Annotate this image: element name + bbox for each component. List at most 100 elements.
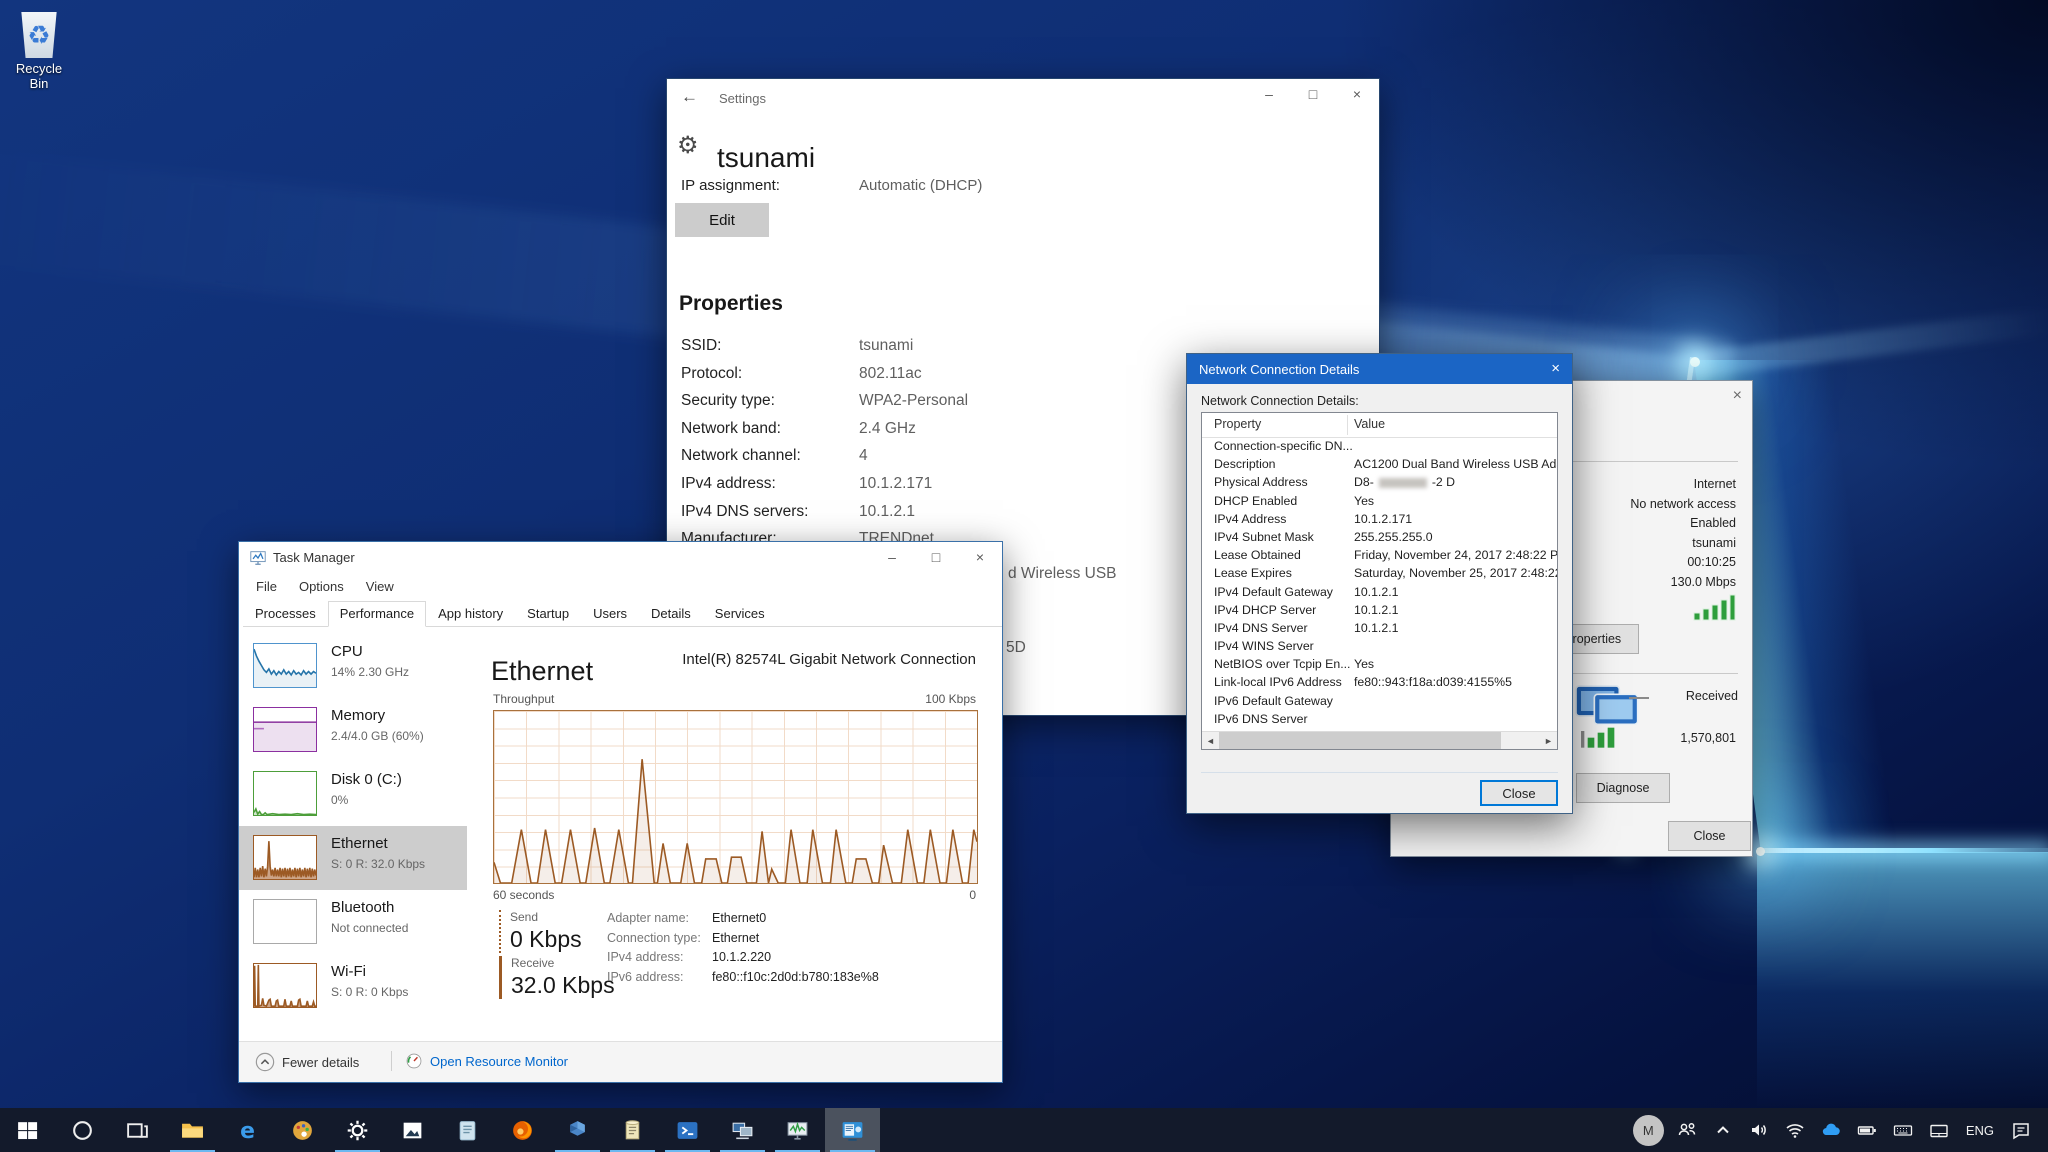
- column-value[interactable]: Value: [1354, 417, 1385, 431]
- open-resource-monitor-link[interactable]: Open Resource Monitor: [405, 1052, 568, 1070]
- sidebar-item-ethernet[interactable]: EthernetS: 0 R: 32.0 Kbps: [239, 826, 467, 890]
- taskbar-network-status-icon[interactable]: [825, 1108, 880, 1152]
- user-avatar[interactable]: M: [1633, 1115, 1664, 1146]
- ncd-value: 255.255.255.0: [1354, 530, 1433, 544]
- people-icon[interactable]: [1674, 1117, 1700, 1143]
- taskbar-task-view-icon[interactable]: [110, 1108, 165, 1152]
- taskbar-cube-app-icon[interactable]: [550, 1108, 605, 1152]
- ncd-table-row[interactable]: DescriptionAC1200 Dual Band Wireless USB…: [1202, 456, 1557, 474]
- tab-app-history[interactable]: App history: [426, 601, 515, 627]
- adapter-detail-label: IPv4 address:: [607, 950, 683, 964]
- touch-keyboard-icon[interactable]: [1890, 1117, 1916, 1143]
- maximize-button[interactable]: □: [914, 542, 958, 572]
- properties-list: SSID:tsunamiProtocol:802.11acSecurity ty…: [681, 337, 1241, 558]
- ip-assignment-row: IP assignment: Automatic (DHCP): [681, 177, 780, 194]
- ncd-table-row[interactable]: Connection-specific DN...: [1202, 438, 1557, 456]
- battery-icon[interactable]: [1854, 1117, 1880, 1143]
- maximize-button[interactable]: □: [1291, 79, 1335, 109]
- ncd-table-row[interactable]: NetBIOS over Tcpip En...Yes: [1202, 656, 1557, 674]
- menu-options[interactable]: Options: [288, 576, 355, 597]
- close-icon[interactable]: ×: [1551, 360, 1560, 377]
- ncd-table-row[interactable]: IPv4 DNS Server10.1.2.1: [1202, 620, 1557, 638]
- ncd-table-row[interactable]: Physical Address D8--2 D: [1202, 474, 1557, 492]
- tab-processes[interactable]: Processes: [243, 601, 328, 627]
- scroll-right-arrow[interactable]: ►: [1540, 732, 1557, 749]
- tab-services[interactable]: Services: [703, 601, 777, 627]
- taskbar-powershell-icon[interactable]: [660, 1108, 715, 1152]
- ncd-table-row[interactable]: Lease ObtainedFriday, November 24, 2017 …: [1202, 547, 1557, 565]
- menu-bar: File Options View: [245, 576, 405, 597]
- ncd-close-button[interactable]: Close: [1480, 780, 1558, 806]
- ncd-property: Physical Address: [1214, 475, 1308, 489]
- recycle-bin-shortcut[interactable]: ♻ Recycle Bin: [6, 12, 72, 91]
- open-resource-monitor-label: Open Resource Monitor: [430, 1054, 568, 1069]
- wifi-status-value: 00:10:25: [1630, 553, 1736, 573]
- tab-startup[interactable]: Startup: [515, 601, 581, 627]
- adapter-detail-value: Ethernet: [712, 931, 759, 945]
- close-icon[interactable]: ×: [1733, 387, 1742, 405]
- system-tray: M: [1633, 1108, 2048, 1152]
- ncd-table-row[interactable]: IPv4 WINS Server: [1202, 638, 1557, 656]
- ncd-table-row[interactable]: IPv4 Default Gateway10.1.2.1: [1202, 584, 1557, 602]
- ncd-table-row[interactable]: Lease ExpiresSaturday, November 25, 2017…: [1202, 565, 1557, 583]
- volume-icon[interactable]: [1746, 1117, 1772, 1143]
- ncd-table-row[interactable]: IPv6 Default Gateway: [1202, 693, 1557, 711]
- chevron-up-icon[interactable]: [1710, 1117, 1736, 1143]
- minimize-button[interactable]: –: [870, 542, 914, 572]
- horizontal-scrollbar[interactable]: ◄ ►: [1202, 731, 1557, 749]
- wallpaper-window-edge-bottom: [1757, 848, 2048, 853]
- sidebar-item-memory[interactable]: Memory2.4/4.0 GB (60%): [239, 698, 467, 762]
- ncd-table-row[interactable]: DHCP EnabledYes: [1202, 493, 1557, 511]
- desktop: ♻ Recycle Bin ← Settings – □ × ⚙ tsunami…: [0, 0, 2048, 1152]
- back-arrow-icon[interactable]: ←: [681, 87, 698, 107]
- onedrive-cloud-icon[interactable]: [1818, 1117, 1844, 1143]
- language-indicator[interactable]: ENG: [1962, 1123, 1998, 1138]
- column-property[interactable]: Property: [1214, 417, 1261, 431]
- taskbar-performance-monitor-icon[interactable]: [770, 1108, 825, 1152]
- ncd-value: D8--2 D: [1354, 475, 1455, 489]
- minimize-button[interactable]: –: [1247, 79, 1291, 109]
- taskbar-notepad-icon[interactable]: [440, 1108, 495, 1152]
- sidebar-item-bluetooth[interactable]: BluetoothNot connected: [239, 890, 467, 954]
- taskbar-remote-desktop-icon[interactable]: [715, 1108, 770, 1152]
- taskbar-file-explorer-icon[interactable]: [165, 1108, 220, 1152]
- tab-performance[interactable]: Performance: [328, 601, 426, 627]
- ncd-table-row[interactable]: IPv4 DHCP Server10.1.2.1: [1202, 602, 1557, 620]
- action-center-icon[interactable]: [2008, 1117, 2034, 1143]
- taskbar-start-icon[interactable]: [0, 1108, 55, 1152]
- menu-view[interactable]: View: [355, 576, 405, 597]
- taskbar-cortana-icon[interactable]: [55, 1108, 110, 1152]
- taskbar-edge-icon[interactable]: e: [220, 1108, 275, 1152]
- ncd-table-row[interactable]: IPv6 DNS Server: [1202, 711, 1557, 729]
- taskbar-script-icon[interactable]: [605, 1108, 660, 1152]
- diagnose-button[interactable]: Diagnose: [1576, 773, 1670, 803]
- edit-button[interactable]: Edit: [675, 203, 769, 237]
- scrollbar-thumb[interactable]: [1219, 732, 1501, 749]
- taskbar-settings-icon[interactable]: [330, 1108, 385, 1152]
- ncd-value: 10.1.2.1: [1354, 603, 1398, 617]
- taskbar-photos-icon[interactable]: [385, 1108, 440, 1152]
- ncd-table-row[interactable]: IPv4 Address10.1.2.171: [1202, 511, 1557, 529]
- wallpaper-corner-glow-bottom: [1756, 847, 1765, 856]
- close-button[interactable]: ×: [1335, 79, 1379, 109]
- ncd-table-row[interactable]: IPv4 Subnet Mask255.255.255.0: [1202, 529, 1557, 547]
- tab-details[interactable]: Details: [639, 601, 703, 627]
- tab-users[interactable]: Users: [581, 601, 639, 627]
- settings-property-value: 10.1.2.171: [859, 475, 932, 493]
- taskbar-paint-icon[interactable]: [275, 1108, 330, 1152]
- sidebar-item-wi-fi[interactable]: Wi-FiS: 0 R: 0 Kbps: [239, 954, 467, 1018]
- received-label: Received: [1686, 689, 1738, 703]
- wifi-close-button[interactable]: Close: [1668, 821, 1751, 851]
- touchpad-icon[interactable]: [1926, 1117, 1952, 1143]
- ncd-table-row[interactable]: Link-local IPv6 Addressfe80::943:f18a:d0…: [1202, 674, 1557, 692]
- sidebar-item-cpu[interactable]: CPU14% 2.30 GHz: [239, 634, 467, 698]
- close-button[interactable]: ×: [958, 542, 1002, 572]
- taskbar-firefox-icon[interactable]: [495, 1108, 550, 1152]
- wifi-icon[interactable]: [1782, 1117, 1808, 1143]
- scroll-left-arrow[interactable]: ◄: [1202, 732, 1219, 749]
- fewer-details-button[interactable]: Fewer details: [255, 1052, 359, 1072]
- sidebar-mini-chart: [253, 771, 317, 816]
- sidebar-item-disk-0-c-[interactable]: Disk 0 (C:)0%: [239, 762, 467, 826]
- network-page-title: tsunami: [717, 142, 815, 174]
- menu-file[interactable]: File: [245, 576, 288, 597]
